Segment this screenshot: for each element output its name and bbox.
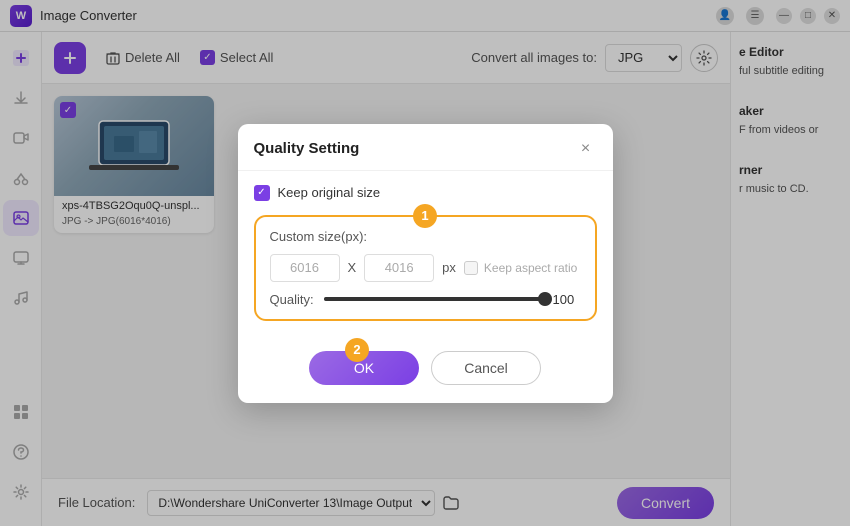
- aspect-check-row: Keep aspect ratio: [464, 261, 577, 275]
- modal-overlay: Quality Setting × ✓ Keep original size 1…: [0, 0, 850, 526]
- custom-size-section: 1 Custom size(px): X px Keep aspect rati…: [254, 215, 597, 321]
- quality-slider-wrap: 100: [324, 292, 581, 307]
- quality-setting-dialog: Quality Setting × ✓ Keep original size 1…: [238, 124, 613, 403]
- dialog-header: Quality Setting ×: [238, 124, 613, 171]
- keep-original-checkbox[interactable]: ✓: [254, 185, 270, 201]
- keep-original-label: Keep original size: [278, 185, 381, 200]
- quality-row: Quality: 100: [270, 292, 581, 307]
- dialog-footer: 2 OK Cancel: [238, 351, 613, 403]
- step-2-badge: 2: [345, 338, 369, 370]
- height-input[interactable]: [364, 254, 434, 282]
- x-separator: X: [348, 260, 357, 275]
- dialog-body: ✓ Keep original size 1 Custom size(px): …: [238, 171, 613, 351]
- keep-original-row: ✓ Keep original size: [254, 185, 597, 201]
- quality-label: Quality:: [270, 292, 314, 307]
- keep-aspect-label: Keep aspect ratio: [484, 261, 577, 275]
- cancel-button[interactable]: Cancel: [431, 351, 541, 385]
- quality-slider[interactable]: [324, 297, 545, 301]
- quality-value: 100: [553, 292, 581, 307]
- quality-slider-fill: [324, 297, 545, 301]
- size-inputs-row: X px Keep aspect ratio: [270, 254, 581, 282]
- quality-slider-thumb[interactable]: [538, 292, 552, 306]
- dialog-close-button[interactable]: ×: [575, 138, 597, 160]
- width-input[interactable]: [270, 254, 340, 282]
- step-1-badge: 1: [413, 204, 437, 236]
- dialog-title: Quality Setting: [254, 140, 360, 157]
- px-label: px: [442, 260, 456, 275]
- keep-aspect-checkbox[interactable]: [464, 261, 478, 275]
- app-window: W Image Converter 👤 ☰ — □ ✕: [0, 0, 850, 526]
